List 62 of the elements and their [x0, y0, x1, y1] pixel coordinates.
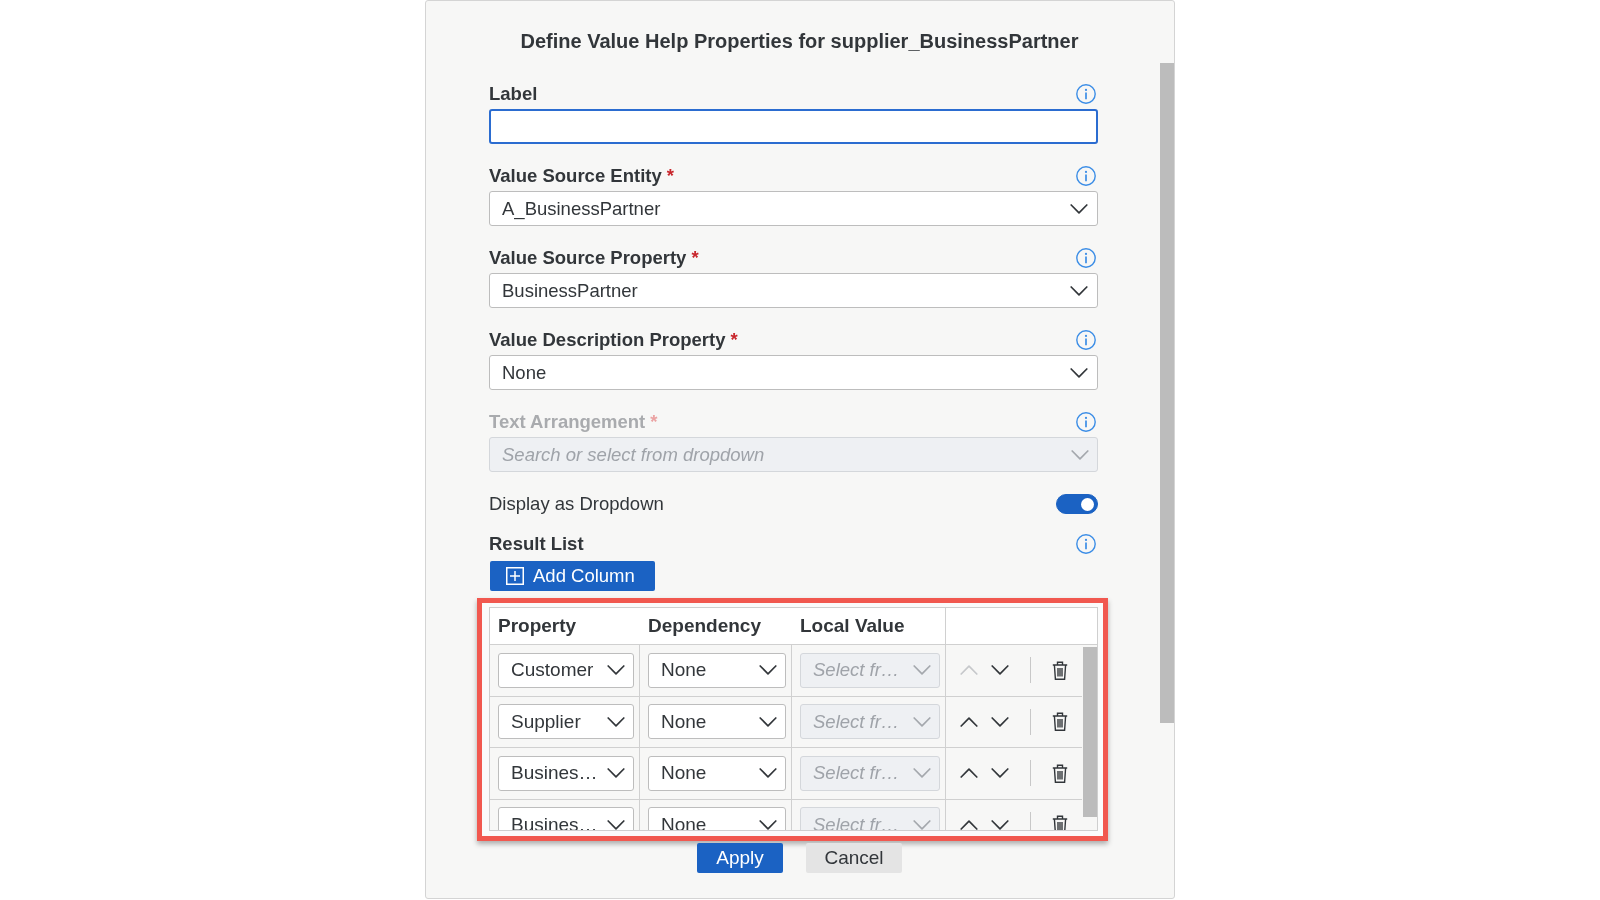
- plus-square-icon: [506, 567, 524, 585]
- chevron-down-icon[interactable]: [759, 768, 777, 779]
- chevron-down-icon[interactable]: [991, 819, 1009, 830]
- scrollbar[interactable]: [1160, 63, 1174, 723]
- column-header: Local Value: [800, 615, 905, 637]
- required-mark: *: [666, 165, 674, 187]
- chevron-down-icon[interactable]: [1070, 203, 1088, 214]
- chevron-down-icon[interactable]: [759, 665, 777, 676]
- toggle-label: Display as Dropdown: [489, 493, 664, 515]
- dropdown[interactable]: Busines…: [498, 807, 634, 830]
- dropdown[interactable]: BusinessPartner: [489, 273, 1098, 308]
- dropdown[interactable]: None: [648, 652, 786, 688]
- dropdown[interactable]: None: [648, 807, 786, 830]
- info-icon[interactable]: [1076, 84, 1096, 104]
- add-column-button[interactable]: Add Column: [490, 561, 655, 591]
- field-label: Value Source Entity: [489, 165, 662, 187]
- field-label: Value Source Property: [489, 247, 687, 269]
- dropdown[interactable]: A_BusinessPartner: [489, 191, 1098, 226]
- dialog-title: Define Value Help Properties for supplier_BusinessPartner: [519, 29, 1080, 53]
- info-icon[interactable]: [1076, 534, 1096, 554]
- scrollbar[interactable]: [1083, 647, 1097, 817]
- primary-button[interactable]: Apply: [697, 843, 783, 873]
- chevron-up-icon[interactable]: [960, 716, 978, 727]
- chevron-down-icon[interactable]: [991, 716, 1009, 727]
- text-field[interactable]: [489, 109, 1098, 144]
- chevron-down-icon[interactable]: [607, 716, 625, 727]
- trash-icon[interactable]: [1052, 763, 1068, 783]
- dropdown[interactable]: Busines…: [498, 755, 634, 791]
- trash-icon[interactable]: [1052, 660, 1068, 680]
- field-label: Label: [489, 83, 538, 105]
- column-header: Property: [498, 615, 577, 637]
- chevron-up-icon[interactable]: [960, 819, 978, 830]
- secondary-button[interactable]: Cancel: [806, 843, 902, 873]
- dropdown[interactable]: Customer: [498, 652, 634, 688]
- field-label: Value Description Property: [489, 329, 726, 351]
- chevron-up-icon[interactable]: [960, 768, 978, 779]
- chevron-down-icon[interactable]: [991, 768, 1009, 779]
- dropdown[interactable]: None: [648, 704, 786, 740]
- dropdown[interactable]: None: [648, 755, 786, 791]
- column-header: Dependency: [648, 615, 761, 637]
- trash-icon[interactable]: [1052, 712, 1068, 732]
- chevron-down-icon[interactable]: [607, 768, 625, 779]
- dropdown[interactable]: None: [489, 355, 1098, 390]
- field-label: Text Arrangement: [489, 411, 646, 433]
- section-label: Result List: [489, 533, 584, 555]
- required-mark: *: [650, 411, 658, 433]
- toggle-switch[interactable]: [1056, 494, 1098, 514]
- dropdown[interactable]: Supplier: [498, 704, 634, 740]
- chevron-down-icon[interactable]: [759, 716, 777, 727]
- trash-icon[interactable]: [1052, 815, 1068, 830]
- info-icon[interactable]: [1076, 166, 1096, 186]
- required-mark: *: [691, 247, 699, 269]
- info-icon[interactable]: [1076, 412, 1096, 432]
- required-mark: *: [730, 329, 738, 351]
- chevron-down-icon[interactable]: [1070, 285, 1088, 296]
- info-icon[interactable]: [1076, 248, 1096, 268]
- chevron-down-icon[interactable]: [1070, 367, 1088, 378]
- info-icon[interactable]: [1076, 330, 1096, 350]
- chevron-down-icon[interactable]: [759, 819, 777, 830]
- chevron-down-icon[interactable]: [607, 665, 625, 676]
- chevron-down-icon[interactable]: [607, 819, 625, 830]
- chevron-down-icon[interactable]: [991, 665, 1009, 676]
